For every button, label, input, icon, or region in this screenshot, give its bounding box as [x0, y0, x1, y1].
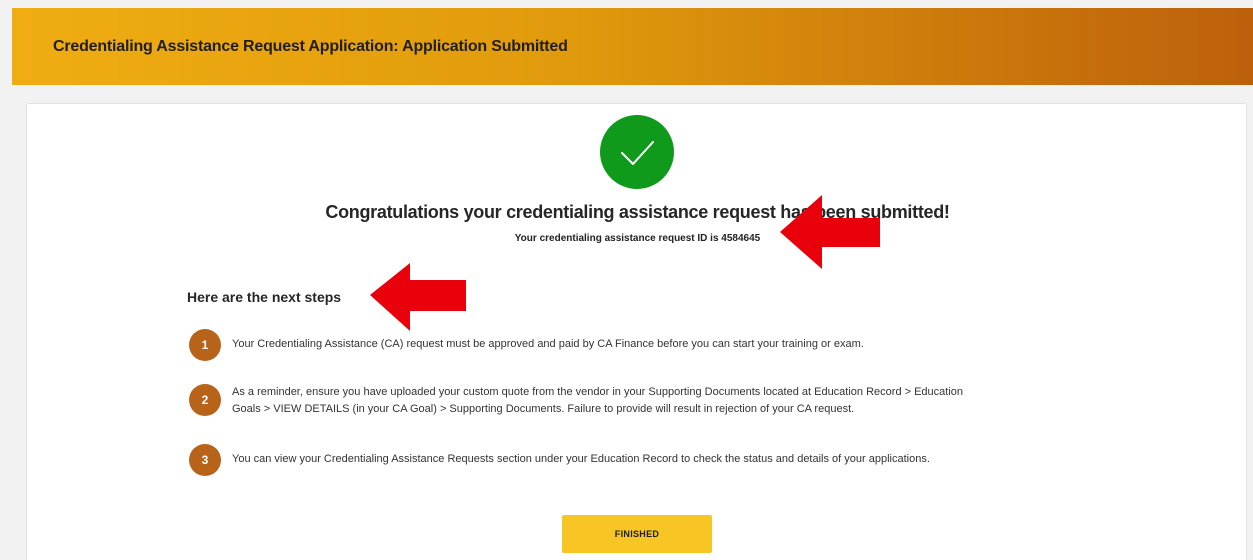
page-title: Credentialing Assistance Request Applica…	[53, 37, 568, 55]
finished-button[interactable]: FINISHED	[562, 515, 712, 553]
page-header: Credentialing Assistance Request Applica…	[12, 8, 1253, 85]
step-text: You can view your Credentialing Assistan…	[232, 453, 930, 465]
check-circle-icon	[600, 115, 674, 189]
step-number-badge: 3	[189, 444, 221, 476]
page: Credentialing Assistance Request Applica…	[0, 0, 1253, 560]
checkmark-icon	[621, 141, 654, 165]
step-text-line: Goals > VIEW DETAILS (in your CA Goal) >…	[232, 403, 855, 415]
next-steps-heading: Here are the next steps	[187, 289, 342, 305]
request-id-text: Your credentialing assistance request ID…	[514, 233, 761, 244]
step-item: 2 As a reminder, ensure you have uploade…	[189, 384, 1089, 418]
success-heading: Congratulations your credentialing assis…	[325, 202, 950, 222]
step-text: As a reminder, ensure you have uploaded …	[232, 384, 963, 418]
step-item: 1 Your Credentialing Assistance (CA) req…	[189, 329, 1089, 361]
step-number-badge: 1	[189, 329, 221, 361]
step-text: Your Credentialing Assistance (CA) reque…	[232, 338, 864, 350]
step-text-line: As a reminder, ensure you have uploaded …	[232, 386, 964, 398]
step-number-badge: 2	[189, 384, 221, 416]
step-item: 3 You can view your Credentialing Assist…	[189, 444, 1089, 476]
confirmation-card: Congratulations your credentialing assis…	[26, 103, 1247, 560]
red-arrow-icon	[780, 195, 880, 269]
red-arrow-icon	[370, 263, 466, 331]
